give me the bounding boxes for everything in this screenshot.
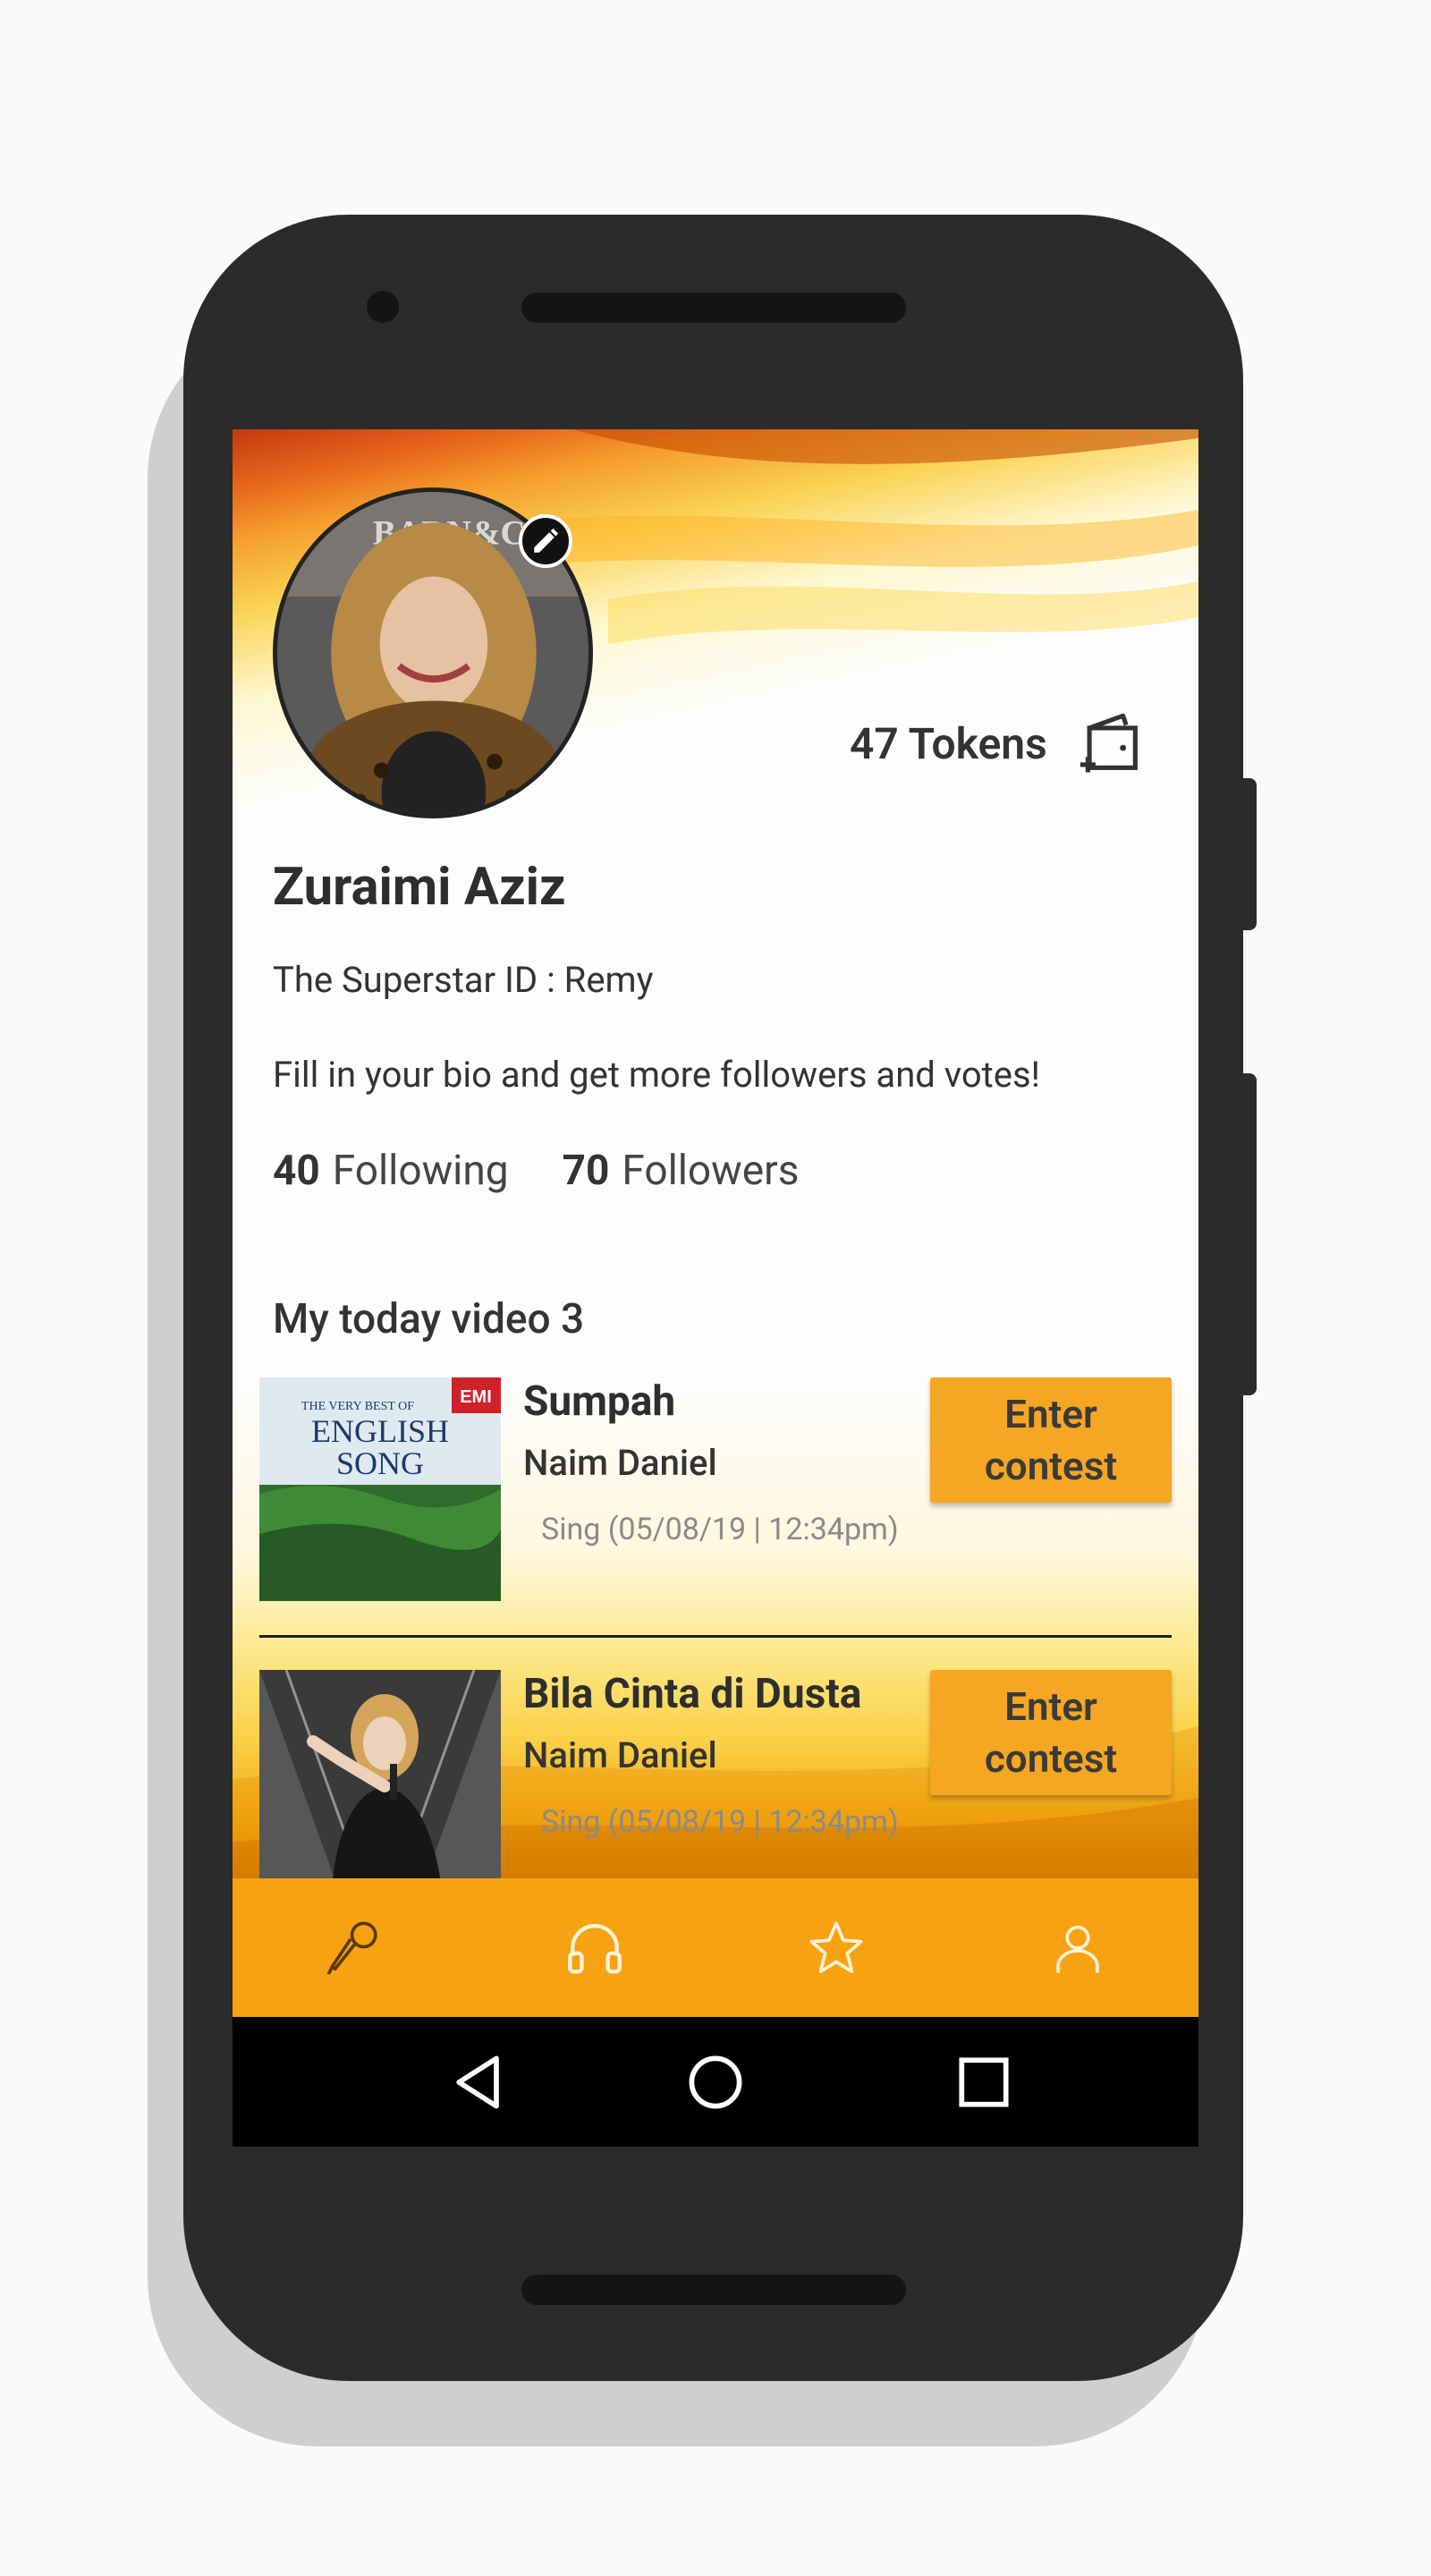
singer-photo: [259, 1670, 501, 1894]
star-icon: [809, 1920, 863, 1973]
followers-link[interactable]: 70 Followers: [563, 1147, 800, 1195]
pencil-icon: [534, 528, 559, 553]
bottom-speaker: [521, 2275, 906, 2305]
performance-meta: Sing (05/08/19 | 12:34pm): [541, 1512, 899, 1547]
volume-button: [1239, 1073, 1257, 1395]
edit-avatar-button[interactable]: [519, 514, 572, 568]
wallet-add-icon[interactable]: [1074, 707, 1147, 780]
video-item[interactable]: EMI THE VERY BEST OF ENGLISH SONG Sumpah…: [259, 1377, 1172, 1601]
today-videos-title: My today video 3: [273, 1295, 585, 1343]
artist-name: Naim Daniel: [523, 1734, 717, 1776]
top-speaker: [521, 292, 906, 323]
front-camera: [367, 291, 399, 323]
performance-meta: Sing (05/08/19 | 12:34pm): [541, 1804, 899, 1840]
nav-favorites[interactable]: [783, 1894, 890, 2002]
microphone-icon: [326, 1920, 377, 1975]
back-icon[interactable]: [445, 2048, 513, 2116]
followers-count: 70: [562, 1147, 610, 1195]
follow-stats: 40 Following 70 Followers: [273, 1147, 799, 1195]
video-item[interactable]: Bila Cinta di Dusta Naim Daniel Sing (05…: [259, 1670, 1172, 1894]
nav-listen[interactable]: [541, 1894, 648, 2002]
bottom-navigation: [233, 1878, 1198, 2017]
profile-icon: [1056, 1925, 1099, 1973]
list-divider: [259, 1635, 1172, 1638]
thumbnail-label-emi: EMI: [460, 1387, 492, 1407]
power-button: [1239, 778, 1257, 930]
thumbnail-label-song: SONG: [336, 1445, 424, 1481]
system-navigation-bar: [233, 2017, 1198, 2147]
enter-contest-button[interactable]: Enter contest: [930, 1377, 1172, 1503]
following-link[interactable]: 40 Following: [273, 1147, 509, 1195]
home-icon[interactable]: [682, 2048, 749, 2116]
headphones-icon: [568, 1923, 622, 1973]
token-balance[interactable]: 47 Tokens: [850, 707, 1147, 780]
song-title[interactable]: Sumpah: [523, 1377, 675, 1426]
enter-contest-button[interactable]: Enter contest: [930, 1670, 1172, 1795]
video-thumbnail[interactable]: [259, 1670, 501, 1894]
artist-name: Naim Daniel: [523, 1442, 717, 1484]
nav-sing[interactable]: [300, 1894, 407, 2002]
following-count: 40: [273, 1147, 320, 1195]
album-cover-english-song: EMI THE VERY BEST OF ENGLISH SONG: [259, 1377, 501, 1601]
recent-apps-icon[interactable]: [950, 2048, 1018, 2116]
thumbnail-label-very-best: THE VERY BEST OF: [301, 1400, 414, 1413]
video-thumbnail[interactable]: EMI THE VERY BEST OF ENGLISH SONG: [259, 1377, 501, 1601]
following-label: Following: [332, 1147, 509, 1195]
thumbnail-label-english: ENGLISH: [311, 1413, 449, 1449]
followers-label: Followers: [622, 1147, 800, 1195]
tokens-label: 47 Tokens: [850, 717, 1047, 769]
nav-profile[interactable]: [1024, 1894, 1131, 2002]
song-title[interactable]: Bila Cinta di Dusta: [523, 1670, 861, 1718]
profile-name: Zuraimi Aziz: [273, 857, 566, 918]
bio-prompt[interactable]: Fill in your bio and get more followers …: [273, 1054, 1040, 1096]
superstar-id: The Superstar ID : Remy: [273, 959, 654, 1001]
app-screen: BARN&C 47 Tokens Zuraimi Aziz The Supers…: [233, 429, 1198, 2147]
